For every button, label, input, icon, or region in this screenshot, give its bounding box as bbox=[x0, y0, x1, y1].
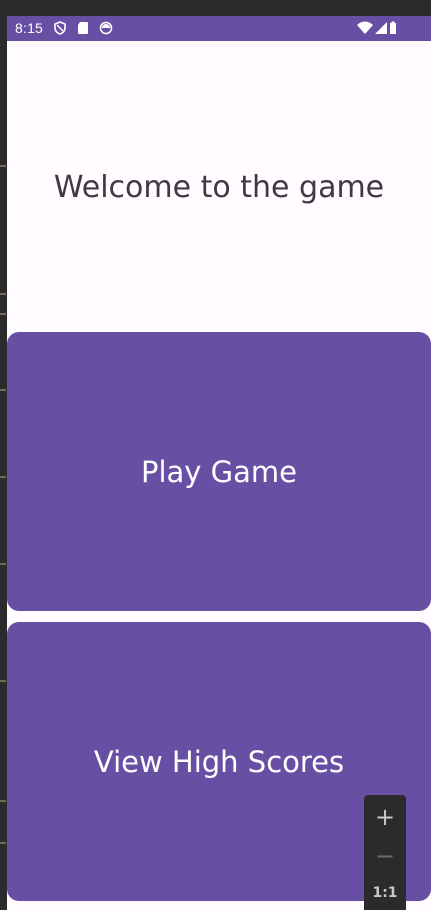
emulator-left-edge bbox=[0, 0, 7, 910]
zoom-in-button[interactable]: + bbox=[364, 803, 406, 831]
ruler-tick bbox=[0, 563, 6, 565]
status-bar: 8:15 bbox=[7, 16, 431, 41]
sync-icon bbox=[99, 21, 113, 35]
play-game-button[interactable]: Play Game bbox=[7, 332, 431, 611]
zoom-reset-button[interactable]: 1:1 bbox=[364, 885, 406, 901]
status-time: 8:15 bbox=[15, 20, 44, 36]
play-game-button-label: Play Game bbox=[140, 454, 298, 489]
ruler-tick bbox=[0, 680, 6, 682]
ruler-tick bbox=[0, 293, 6, 295]
ruler-tick bbox=[0, 800, 6, 802]
signal-icon bbox=[374, 21, 388, 35]
welcome-title: Welcome to the game bbox=[53, 170, 385, 205]
zoom-out-button[interactable]: − bbox=[364, 842, 406, 870]
ruler-tick bbox=[0, 389, 6, 391]
ruler-tick bbox=[0, 476, 6, 478]
device-screen: 8:15 Welcome to the game Play Game View … bbox=[7, 16, 431, 910]
sd-card-icon bbox=[76, 21, 90, 35]
shield-icon bbox=[53, 21, 67, 35]
battery-icon bbox=[389, 21, 397, 35]
ruler-tick bbox=[0, 842, 6, 844]
view-high-scores-button-label: View High Scores bbox=[93, 744, 345, 779]
ruler-tick bbox=[0, 313, 6, 315]
emulator-zoom-controls: + − 1:1 bbox=[364, 795, 406, 910]
wifi-icon bbox=[357, 21, 373, 35]
ruler-tick bbox=[0, 165, 6, 167]
